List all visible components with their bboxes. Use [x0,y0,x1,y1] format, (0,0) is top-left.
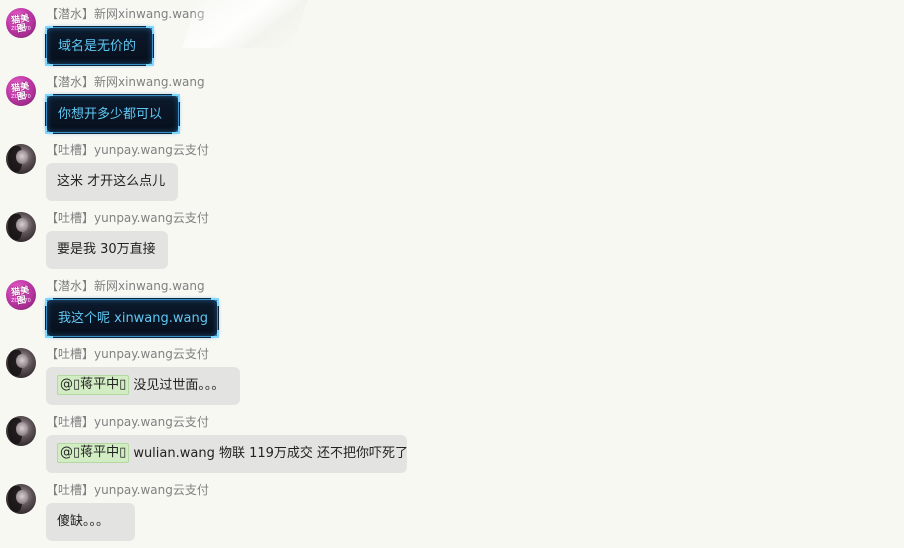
avatar-photo-face [16,218,28,232]
bubble-corner-decoration [45,94,53,102]
chat-message: 猫美图 ZC4770 【潜水】新网xinwang.wang 域名是无价的 [0,0,904,68]
message-bubble[interactable]: @▯蒋平中▯ 没见过世面。。。 [46,367,240,405]
message-bubble[interactable]: 傻缺。。。 [46,503,135,541]
bubble-corner-decoration [146,26,154,34]
chat-message-list[interactable]: 猫美图 ZC4770 【潜水】新网xinwang.wang 域名是无价的 猫美图 ZC47… [0,0,904,548]
bubble-corner-decoration [146,58,154,66]
mention-tag[interactable]: @▯蒋平中▯ [57,375,130,395]
sender-name[interactable]: 【吐槽】yunpay.wang云支付 [46,142,209,158]
message-bubble[interactable]: @▯蒋平中▯ wulian.wang 物联 119万成交 还不把你吓死了 [46,435,409,473]
sender-avatar[interactable] [6,144,36,174]
sender-name[interactable]: 【潜水】新网xinwang.wang [46,6,205,22]
message-bubble[interactable]: 你想开多少都可以 [45,94,180,134]
chat-message: 【吐槽】yunpay.wang云支付 @▯蒋平中▯ 没见过世面。。。 [0,340,904,408]
chat-message: 猫美图 ZC4770 【潜水】新网xinwang.wang 我这个呢 xinwang.… [0,272,904,340]
bubble-corner-decoration [45,330,53,338]
avatar-logo-subtext: ZC4770 [11,94,31,100]
sender-avatar[interactable] [6,212,36,242]
sender-name[interactable]: 【吐槽】yunpay.wang云支付 [46,482,209,498]
sender-name[interactable]: 【潜水】新网xinwang.wang [46,278,205,294]
chat-message: 猫美图 ZC4770 【潜水】新网xinwang.wang 你想开多少都可以 [0,68,904,136]
message-text: 我这个呢 xinwang.wang [58,311,208,326]
sender-name[interactable]: 【吐槽】yunpay.wang云支付 [46,414,209,430]
sender-avatar[interactable]: 猫美图 ZC4770 [6,280,36,310]
message-text: wulian.wang 物联 119万成交 还不把你吓死了 [133,446,409,461]
avatar-logo-text: 猫美图 [10,13,30,35]
message-text: 这米 才开这么点儿 [57,174,166,189]
chat-message: 【吐槽】yunpay.wang云支付 @▯蒋平中▯ wulian.wang 物联 1… [0,408,904,476]
message-text: 你想开多少都可以 [58,107,163,122]
bubble-corner-decoration [45,126,53,134]
message-text: 傻缺。。。 [57,514,110,529]
sender-avatar[interactable] [6,348,36,378]
sender-avatar[interactable] [6,484,36,514]
avatar-photo-face [16,490,28,504]
avatar-logo-text: 猫美图 [10,81,30,103]
message-text: 域名是无价的 [58,39,137,54]
sender-avatar[interactable] [6,416,36,446]
message-text: 要是我 30万直接 [57,242,156,257]
chat-message: 【吐槽】yunpay.wang云支付要是我 30万直接 [0,204,904,272]
bubble-corner-decoration [45,298,53,306]
message-text: 没见过世面。。。 [133,378,225,393]
bubble-corner-decoration [45,58,53,66]
bubble-corner-decoration [211,330,219,338]
sender-avatar[interactable]: 猫美图 ZC4770 [6,76,36,106]
sender-name[interactable]: 【吐槽】yunpay.wang云支付 [46,346,209,362]
bubble-corner-decoration [172,126,180,134]
message-bubble[interactable]: 域名是无价的 [45,26,154,66]
sender-avatar[interactable]: 猫美图 ZC4770 [6,8,36,38]
sender-name[interactable]: 【潜水】新网xinwang.wang [46,74,205,90]
avatar-logo-subtext: ZC4770 [11,26,31,32]
chat-message: 【吐槽】yunpay.wang云支付这米 才开这么点儿 [0,136,904,204]
avatar-photo-face [16,354,28,368]
avatar-photo-face [16,422,28,436]
mention-tag[interactable]: @▯蒋平中▯ [57,443,130,463]
avatar-logo-subtext: ZC4770 [11,298,31,304]
chat-message: 【吐槽】yunpay.wang云支付傻缺。。。 [0,476,904,544]
avatar-logo-text: 猫美图 [10,285,30,307]
bubble-corner-decoration [211,298,219,306]
avatar-photo-face [16,150,28,164]
bubble-corner-decoration [172,94,180,102]
message-bubble[interactable]: 我这个呢 xinwang.wang [45,298,219,338]
bubble-corner-decoration [45,26,53,34]
message-bubble[interactable]: 这米 才开这么点儿 [46,163,178,201]
sender-name[interactable]: 【吐槽】yunpay.wang云支付 [46,210,209,226]
message-bubble[interactable]: 要是我 30万直接 [46,231,168,269]
